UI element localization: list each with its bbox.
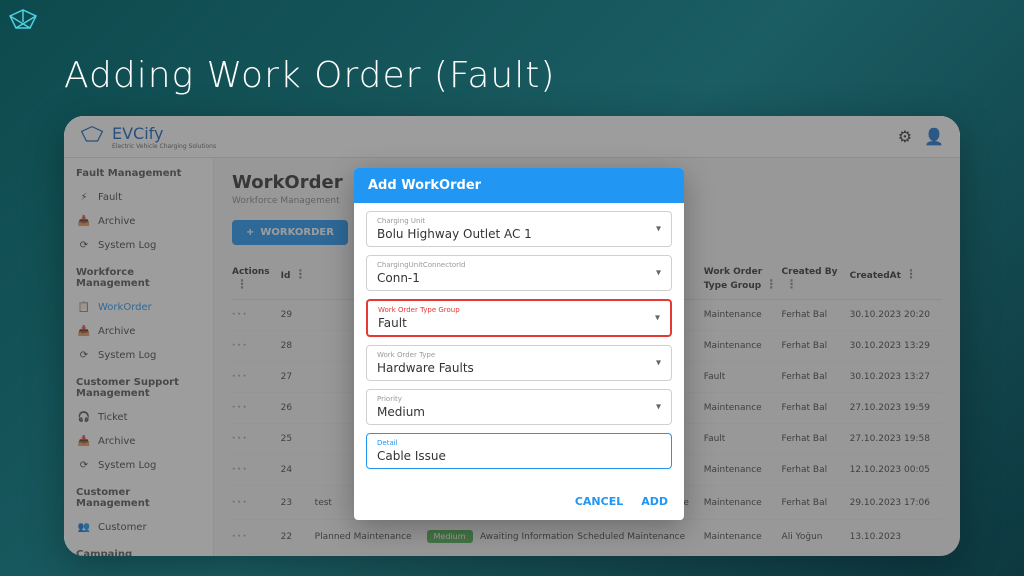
field-value: Medium <box>377 405 661 419</box>
field-value: Bolu Highway Outlet AC 1 <box>377 227 661 241</box>
field-label: Priority <box>377 395 661 403</box>
chevron-down-icon: ▾ <box>655 313 660 324</box>
field-label: Detail <box>377 439 661 447</box>
chevron-down-icon: ▾ <box>656 358 661 369</box>
field-value: Fault <box>378 316 660 330</box>
field-priority[interactable]: Priority Medium▾ <box>366 389 672 425</box>
cancel-button[interactable]: CANCEL <box>575 495 623 508</box>
field-label: Charging Unit <box>377 217 661 225</box>
add-button[interactable]: ADD <box>641 495 668 508</box>
field-value: Hardware Faults <box>377 361 661 375</box>
field-value: Cable Issue <box>377 449 661 463</box>
field-value: Conn-1 <box>377 271 661 285</box>
field-detail[interactable]: Detail Cable Issue <box>366 433 672 469</box>
chevron-down-icon: ▾ <box>656 402 661 413</box>
field-label: Work Order Type <box>377 351 661 359</box>
field-label: ChargingUnitConnectorId <box>377 261 661 269</box>
chevron-down-icon: ▾ <box>656 224 661 235</box>
slide-title: Adding Work Order (Fault) <box>64 55 555 96</box>
field-charging-unit[interactable]: Charging Unit Bolu Highway Outlet AC 1▾ <box>366 211 672 247</box>
add-workorder-modal: Add WorkOrder Charging Unit Bolu Highway … <box>354 168 684 520</box>
chevron-down-icon: ▾ <box>656 268 661 279</box>
field-chargingunitconnectorid[interactable]: ChargingUnitConnectorId Conn-1▾ <box>366 255 672 291</box>
field-work-order-type[interactable]: Work Order Type Hardware Faults▾ <box>366 345 672 381</box>
field-work-order-type-group[interactable]: Work Order Type Group Fault▾ <box>366 299 672 337</box>
slide-decor-logo <box>8 8 38 38</box>
modal-title: Add WorkOrder <box>354 168 684 203</box>
field-label: Work Order Type Group <box>378 306 660 314</box>
app-window: EVCify Electric Vehicle Charging Solutio… <box>64 116 960 556</box>
